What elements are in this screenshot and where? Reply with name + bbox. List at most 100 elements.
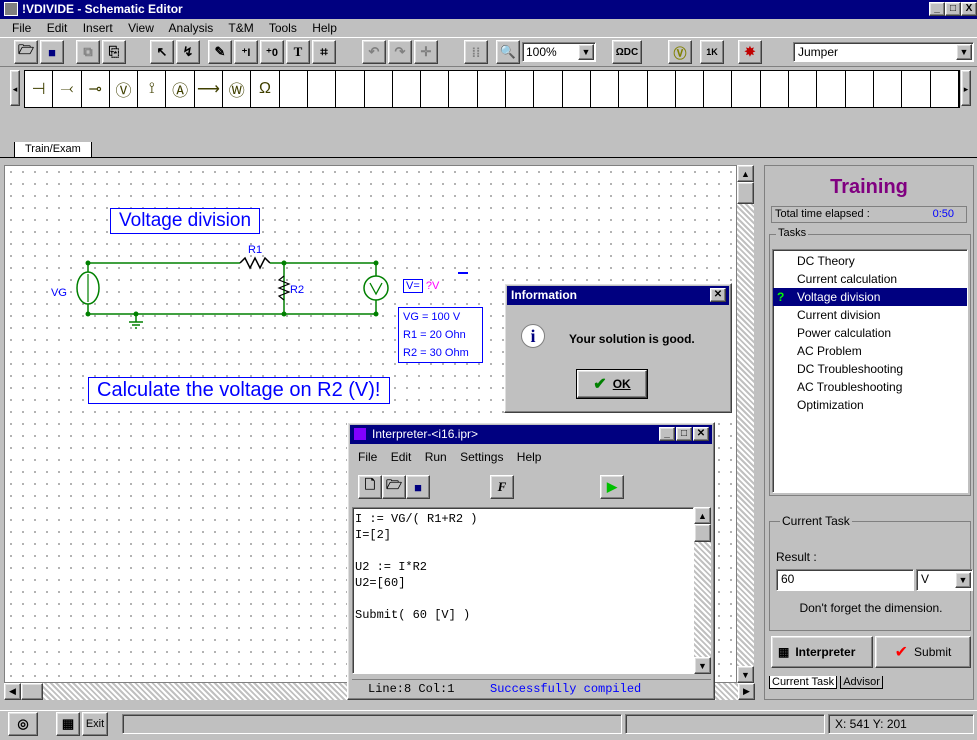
ground-symbol-icon[interactable]: ⁺0 <box>260 40 284 64</box>
interp-menu-settings[interactable]: Settings <box>460 450 503 464</box>
graph-icon[interactable]: ⌗ <box>312 40 336 64</box>
pencil-icon[interactable]: ✎ <box>208 40 232 64</box>
redo-icon[interactable]: ↷ <box>388 40 412 64</box>
palette-left-arrow[interactable]: ◂ <box>10 70 20 106</box>
text-icon[interactable]: T <box>286 40 310 64</box>
switch-icon[interactable]: ⟟ <box>138 71 167 107</box>
interpreter-statusbar: Line:8 Col:1 Successfully compiled <box>352 679 711 697</box>
maximize-button[interactable]: □ <box>945 2 961 16</box>
ok-button[interactable]: ✔ OK <box>576 369 648 399</box>
task-item[interactable]: DC Theory <box>773 252 967 270</box>
interpreter-close-button[interactable]: ✕ <box>693 427 709 441</box>
paste-icon[interactable]: ⎘ <box>102 40 126 64</box>
ohmmeter-icon[interactable]: Ω <box>251 71 280 107</box>
scroll-left-arrow[interactable]: ◀ <box>4 683 21 700</box>
menu-analysis[interactable]: Analysis <box>169 21 214 35</box>
open-file-icon[interactable]: 🗁 <box>382 475 406 499</box>
interp-menu-run[interactable]: Run <box>425 450 447 464</box>
menu-tm[interactable]: T&M <box>228 21 253 35</box>
code-scroll-up-arrow[interactable]: ▲ <box>694 507 711 524</box>
menu-insert[interactable]: Insert <box>83 21 113 35</box>
menu-view[interactable]: View <box>128 21 154 35</box>
interpreter-minimize-button[interactable]: _ <box>659 427 675 441</box>
scroll-thumb[interactable] <box>737 182 754 204</box>
undo-icon[interactable]: ↶ <box>362 40 386 64</box>
menu-tools[interactable]: Tools <box>269 21 297 35</box>
interpreter-titlebar: Interpreter-<i16.ipr> _ □ ✕ <box>350 425 712 444</box>
tab-train-exam[interactable]: Train/Exam <box>14 142 92 158</box>
save-file-icon[interactable]: ■ <box>406 475 430 499</box>
voltmeter-icon[interactable]: Ⓥ <box>668 40 692 64</box>
run-icon[interactable]: ▶ <box>600 475 624 499</box>
code-scroll-thumb[interactable] <box>694 524 711 542</box>
current-source-icon[interactable]: ⁺I <box>234 40 258 64</box>
dc-analysis-icon[interactable]: Ω DC <box>612 40 642 64</box>
calculator-status-icon[interactable]: ▦ <box>56 712 80 736</box>
network-icon[interactable]: ◎ <box>8 712 38 736</box>
task-item[interactable]: Current division <box>773 306 967 324</box>
tab-advisor[interactable]: Advisor <box>840 676 883 689</box>
info-close-button[interactable]: ✕ <box>710 288 726 302</box>
move-icon[interactable]: ✛ <box>414 40 438 64</box>
code-scroll-down-arrow[interactable]: ▼ <box>694 657 711 674</box>
main-toolbar: 🗁 ■ ⧉ ⎘ ↖ ↯ ✎ ⁺I ⁺0 T ⌗ ↶ ↷ ✛ ⁞⁞ 🔍 100% … <box>0 37 977 67</box>
param-vg: VG = 100 V <box>403 311 461 323</box>
scroll-right-arrow[interactable]: ▶ <box>738 683 755 700</box>
task-item[interactable]: Optimization <box>773 396 967 414</box>
terminal-icon[interactable]: ⊸ <box>82 71 110 107</box>
task-item[interactable]: AC Troubleshooting <box>773 378 967 396</box>
result-input[interactable]: 60 <box>776 569 914 591</box>
palette-right-arrow[interactable]: ▸ <box>961 70 971 106</box>
interpreter-maximize-button[interactable]: □ <box>676 427 692 441</box>
palette-empty-cell <box>478 71 507 107</box>
open-icon[interactable]: 🗁 <box>14 40 38 64</box>
new-file-icon[interactable]: 🗋 <box>358 475 382 499</box>
interp-menu-edit[interactable]: Edit <box>391 450 412 464</box>
interpreter-button[interactable]: ▦ Interpreter <box>771 636 873 668</box>
probe-icon[interactable]: ✸ <box>738 40 762 64</box>
chevron-down-icon[interactable]: ▼ <box>955 572 971 588</box>
resistor-1k-icon[interactable]: 1K <box>700 40 724 64</box>
chevron-down-icon[interactable]: ▼ <box>578 44 594 60</box>
zoom-icon[interactable]: 🔍 <box>496 40 520 64</box>
info-dialog: Information ✕ i Your solution is good. ✔… <box>504 283 732 413</box>
task-list[interactable]: DC Theory Current calculation? Voltage div… <box>772 249 968 493</box>
task-item[interactable]: ? Voltage division <box>773 288 967 306</box>
wire-icon[interactable]: ↯ <box>176 40 200 64</box>
close-button[interactable]: X <box>961 2 977 16</box>
wire-arrow-icon[interactable]: ⟶ <box>195 71 224 107</box>
ammeter-icon[interactable]: Ⓐ <box>166 71 195 107</box>
exit-button[interactable]: Exit <box>82 712 108 736</box>
menu-help[interactable]: Help <box>312 21 337 35</box>
voltmeter-icon[interactable]: Ⓥ <box>110 71 139 107</box>
zoom-select[interactable]: 100% ▼ <box>522 42 596 62</box>
component-select[interactable]: Jumper ▼ <box>793 42 974 62</box>
menu-file[interactable]: File <box>12 21 31 35</box>
task-item[interactable]: Current calculation <box>773 270 967 288</box>
canvas-vscroll[interactable]: ▲ ▼ <box>737 165 754 683</box>
task-item[interactable]: DC Troubleshooting <box>773 360 967 378</box>
wattmeter-icon[interactable]: Ⓦ <box>223 71 252 107</box>
function-icon[interactable]: F <box>490 475 514 499</box>
scroll-down-arrow[interactable]: ▼ <box>737 666 754 683</box>
menu-edit[interactable]: Edit <box>47 21 68 35</box>
save-icon[interactable]: ■ <box>40 40 64 64</box>
task-item[interactable]: Power calculation <box>773 324 967 342</box>
jumper-icon[interactable]: ⊣ <box>25 71 54 107</box>
submit-button[interactable]: ✔ Submit <box>875 636 971 668</box>
tab-current-task[interactable]: Current Task <box>769 676 838 689</box>
scroll-up-arrow[interactable]: ▲ <box>737 165 754 182</box>
chevron-down-icon[interactable]: ▼ <box>956 44 972 60</box>
select-arrow-icon[interactable]: ↖ <box>150 40 174 64</box>
task-item[interactable]: AC Problem <box>773 342 967 360</box>
code-editor[interactable]: I := VG/( R1+R2 ) I=[2] U2 := I*R2 U2=[60] S… <box>352 507 694 674</box>
copy-icon[interactable]: ⧉ <box>76 40 100 64</box>
unit-select[interactable]: V ▼ <box>916 569 973 591</box>
hscroll-thumb[interactable] <box>21 683 43 700</box>
grid-icon[interactable]: ⁞⁞ <box>464 40 488 64</box>
minimize-button[interactable]: _ <box>929 2 945 16</box>
code-vscroll[interactable]: ▲ ▼ <box>694 507 711 674</box>
capacitor-icon[interactable]: ⤙ <box>53 71 82 107</box>
interp-menu-help[interactable]: Help <box>517 450 542 464</box>
interp-menu-file[interactable]: File <box>358 450 377 464</box>
